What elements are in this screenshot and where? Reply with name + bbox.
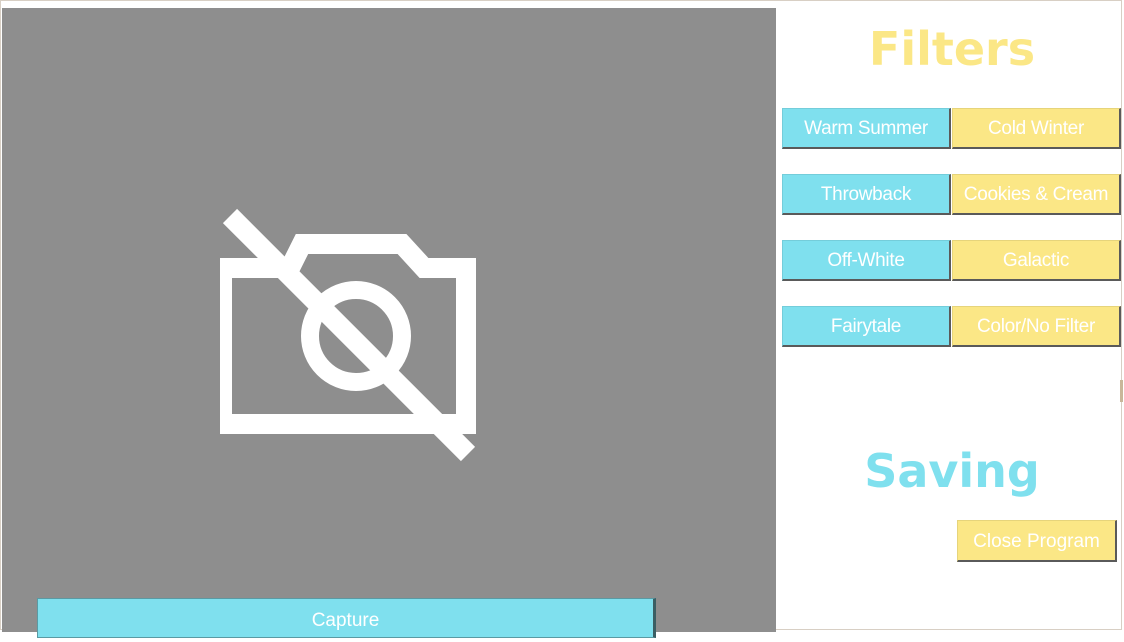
close-program-button[interactable]: Close Program: [957, 520, 1117, 562]
window-edge-marker: [1120, 380, 1123, 402]
camera-preview: Capture: [2, 8, 776, 638]
capture-button[interactable]: Capture: [37, 598, 656, 638]
filter-no-filter-button[interactable]: Color/No Filter: [952, 306, 1121, 347]
filter-galactic-button[interactable]: Galactic: [952, 240, 1121, 281]
filter-off-white-button[interactable]: Off-White: [782, 240, 951, 281]
filter-cookies-cream-button[interactable]: Cookies & Cream: [952, 174, 1121, 215]
saving-heading: Saving: [864, 444, 1040, 498]
filter-throwback-button[interactable]: Throwback: [782, 174, 951, 215]
filters-heading: Filters: [868, 22, 1036, 76]
camera-off-icon: [220, 208, 476, 462]
filter-warm-summer-button[interactable]: Warm Summer: [782, 108, 951, 149]
filter-cold-winter-button[interactable]: Cold Winter: [952, 108, 1121, 149]
filter-fairytale-button[interactable]: Fairytale: [782, 306, 951, 347]
